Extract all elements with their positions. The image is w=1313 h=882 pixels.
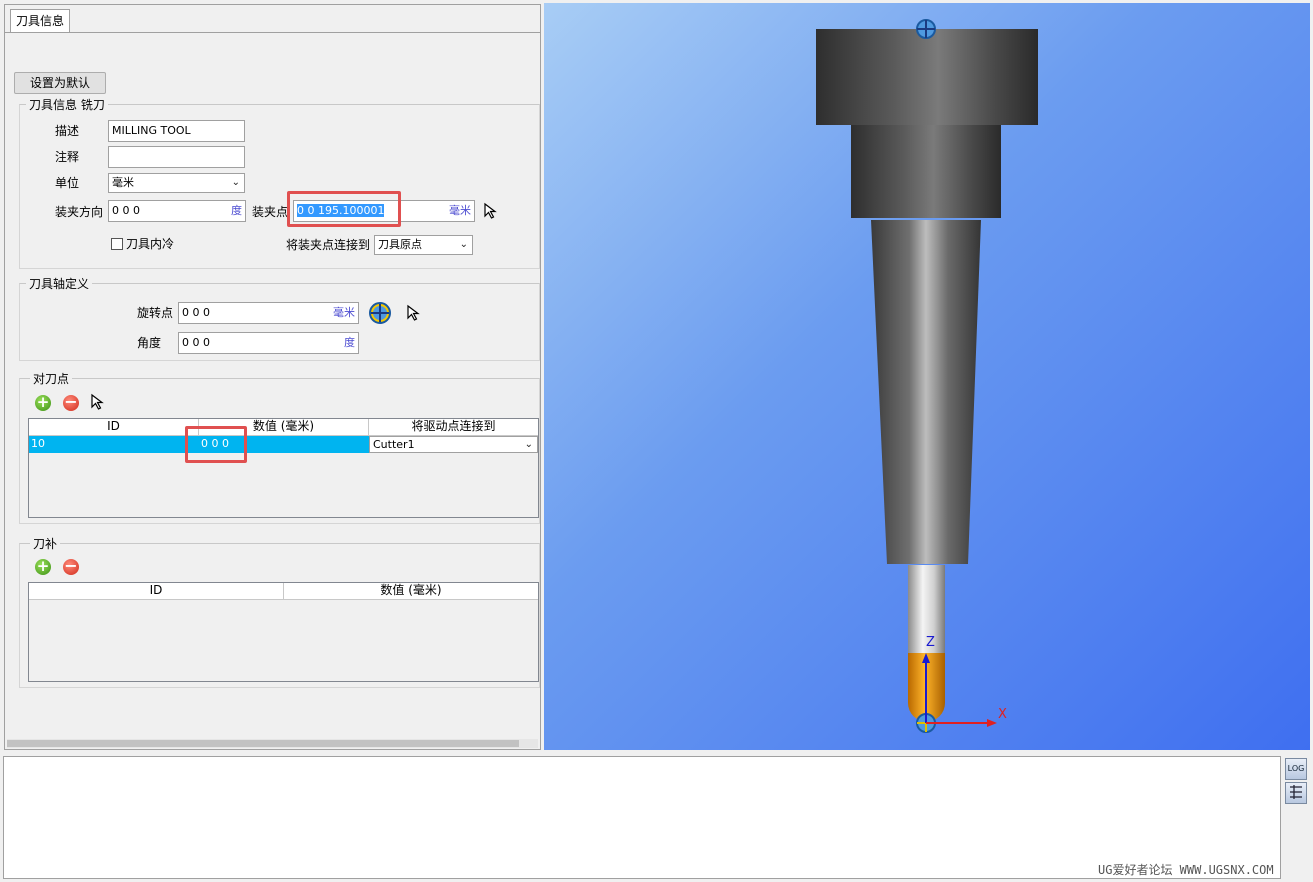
setting-pick-button[interactable] — [90, 393, 108, 414]
angle-value: 0 0 0 — [182, 336, 210, 349]
scrollbar-thumb[interactable] — [7, 740, 519, 747]
x-axis-label: X — [998, 707, 1007, 722]
unit-select[interactable]: 毫米 ⌄ — [108, 173, 245, 193]
table-icon[interactable] — [1285, 782, 1307, 804]
clamp-point-label: 装夹点 — [252, 205, 289, 219]
compensation-group-title: 刀补 — [30, 537, 61, 551]
watermark: UG爱好者论坛 WWW.UGSNX.COM — [1098, 863, 1274, 877]
log-output-area[interactable] — [3, 756, 1281, 879]
tool-axis-group-title: 刀具轴定义 — [26, 277, 93, 291]
z-axis-label: Z — [926, 635, 935, 650]
tool-info-group-title: 刀具信息 铣刀 — [26, 98, 108, 112]
pivot-unit: 毫米 — [333, 306, 355, 319]
compensation-table: ID 数值 (毫米) — [28, 582, 539, 682]
table-grid-icon — [1290, 785, 1302, 799]
pivot-target-button[interactable] — [368, 301, 392, 328]
crosshair-target-icon — [916, 19, 936, 39]
row-id-cell: 10 — [31, 437, 45, 450]
3d-viewport[interactable]: Z X — [544, 3, 1310, 750]
connect-clamp-select[interactable]: 刀具原点 ⌄ — [374, 235, 473, 255]
unit-label: 单位 — [55, 176, 80, 190]
connect-clamp-label: 将装夹点连接到 — [286, 238, 371, 252]
remove-icon[interactable]: − — [63, 558, 79, 575]
column-header-value[interactable]: 数值 (毫米) — [284, 583, 538, 600]
pointer-arrow-icon — [484, 202, 497, 219]
holder-taper — [871, 220, 981, 564]
value-cell-highlight — [185, 426, 247, 463]
right-toolbar: LOG — [1282, 756, 1310, 879]
chevron-down-icon: ⌄ — [231, 177, 240, 188]
angle-unit: 度 — [344, 336, 355, 349]
table-row[interactable]: 10 0 0 0 Cutter1 ⌄ — [29, 436, 538, 453]
description-label: 描述 — [55, 124, 80, 138]
pivot-label: 旋转点 — [137, 306, 174, 320]
x-axis-arrow — [987, 719, 997, 727]
column-header-id[interactable]: ID — [29, 419, 199, 436]
row-link-select[interactable]: Cutter1 ⌄ — [369, 436, 538, 453]
clamp-point-unit: 毫米 — [449, 204, 471, 217]
connect-clamp-value: 刀具原点 — [378, 238, 422, 251]
tab-tool-info[interactable]: 刀具信息 — [10, 9, 71, 33]
clamp-point-highlight — [287, 191, 401, 227]
comment-field[interactable] — [108, 146, 245, 168]
pivot-value: 0 0 0 — [182, 306, 210, 319]
chevron-down-icon: ⌄ — [524, 439, 533, 450]
tool-info-panel: 刀具信息 设置为默认 刀具信息 铣刀 描述 MILLING TOOL 注释 单位… — [4, 4, 541, 750]
description-field[interactable]: MILLING TOOL — [108, 120, 245, 142]
clamp-direction-field[interactable]: 0 0 0 度 — [108, 200, 246, 222]
crosshair-target-icon — [369, 302, 391, 324]
row-link-value: Cutter1 — [373, 438, 415, 451]
unit-select-value: 毫米 — [112, 176, 134, 189]
clamp-direction-label: 装夹方向 — [55, 205, 104, 219]
tab-divider — [5, 32, 540, 33]
angle-label: 角度 — [137, 336, 162, 350]
pivot-pick-button[interactable] — [406, 304, 424, 325]
remove-icon[interactable]: − — [63, 394, 79, 411]
comment-label: 注释 — [55, 150, 80, 164]
tab-bar: 刀具信息 — [5, 5, 540, 35]
pick-point-button[interactable] — [483, 202, 501, 223]
setting-points-table: ID 数值 (毫米) 将驱动点连接到 10 0 0 0 Cutter1 ⌄ — [28, 418, 539, 518]
log-icon[interactable]: LOG — [1285, 758, 1307, 780]
inner-cooling-checkbox[interactable] — [111, 238, 123, 250]
add-icon[interactable]: + — [35, 395, 51, 411]
column-header-id[interactable]: ID — [29, 583, 284, 600]
clamp-direction-value: 0 0 0 — [112, 204, 140, 217]
pointer-arrow-icon — [407, 304, 420, 321]
clamp-direction-unit: 度 — [231, 204, 242, 217]
add-icon[interactable]: + — [35, 559, 51, 575]
inner-cooling-label: 刀具内冷 — [126, 237, 175, 251]
setting-points-group-title: 对刀点 — [30, 372, 73, 386]
angle-field[interactable]: 0 0 0 度 — [178, 332, 359, 354]
pointer-arrow-icon — [91, 393, 104, 410]
pivot-field[interactable]: 0 0 0 毫米 — [178, 302, 359, 324]
holder-neck — [851, 125, 1001, 218]
column-header-link[interactable]: 将驱动点连接到 — [369, 419, 538, 436]
holder-top-block — [816, 29, 1038, 125]
horizontal-scrollbar[interactable] — [7, 739, 538, 748]
set-default-button[interactable]: 设置为默认 — [14, 72, 106, 94]
chevron-down-icon: ⌄ — [459, 239, 468, 250]
